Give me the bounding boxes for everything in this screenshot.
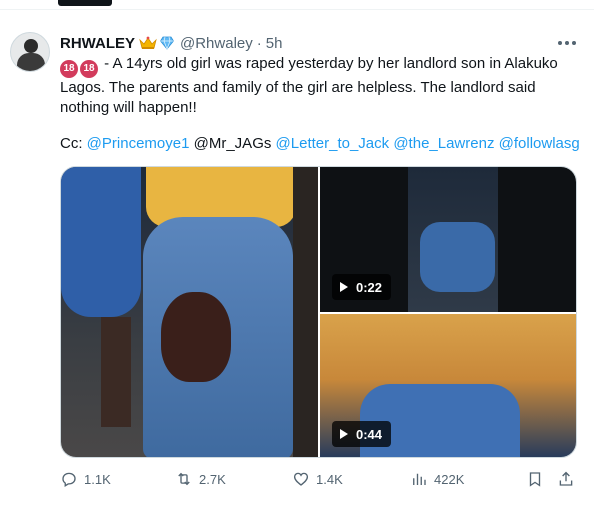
avatar-head [24, 39, 38, 53]
repost-button[interactable]: 2.7K [175, 470, 226, 488]
views-count: 422K [434, 471, 465, 487]
video-tile[interactable]: 0:44 [320, 314, 576, 457]
more-icon[interactable] [555, 36, 579, 50]
share-button[interactable] [557, 470, 581, 488]
like-count: 1.4K [316, 471, 343, 487]
media-grid: 0:22 0:44 [60, 166, 577, 458]
eighteen-plus-emoji-icon: 18 [60, 60, 78, 78]
divider [0, 9, 594, 10]
like-icon [293, 472, 309, 486]
eighteen-plus-emoji-icon: 18 [80, 60, 98, 78]
mention-link[interactable]: @followlasg [499, 135, 580, 152]
reply-count: 1.1K [84, 471, 111, 487]
video-figure [420, 222, 495, 292]
reply-button[interactable]: 1.1K [60, 470, 111, 488]
photo-tile[interactable] [61, 167, 318, 457]
duration-label: 0:22 [356, 279, 383, 295]
reply-icon [62, 472, 76, 487]
mention-link[interactable]: @the_Lawrenz [393, 135, 494, 152]
photo-stain [161, 292, 231, 382]
tweet-header: RHWALEY @Rhwaley · 5h [60, 33, 282, 53]
previous-tweet-fragment [58, 0, 112, 6]
bookmark-icon [529, 472, 541, 487]
repost-icon [178, 472, 190, 486]
previous-tweet-edge [0, 0, 594, 10]
video-duration: 0:22 [332, 274, 392, 300]
separator: · [256, 34, 262, 52]
mention-plain: @Mr_JAGs [193, 135, 272, 152]
timestamp[interactable]: 5h [266, 35, 283, 52]
photo-legs [101, 317, 131, 427]
tweet-body: - A 14yrs old girl was raped yesterday b… [60, 55, 558, 116]
display-name[interactable]: RHWALEY [60, 35, 135, 52]
views-button[interactable]: 422K [410, 470, 464, 488]
cc-line: Cc: @Princemoye1 @Mr_JAGs @Letter_to_Jac… [60, 134, 580, 154]
duration-label: 0:44 [356, 426, 383, 442]
mention-link[interactable]: @Letter_to_Jack [276, 135, 390, 152]
verified-diamond-icon [160, 36, 174, 50]
share-icon [559, 471, 573, 486]
play-icon [340, 282, 348, 292]
cc-prefix: Cc: [60, 135, 87, 152]
bookmark-button[interactable] [526, 470, 550, 488]
play-icon [340, 429, 348, 439]
action-bar: 1.1K 2.7K 1.4K 422K [60, 470, 580, 490]
crown-emoji-icon [139, 36, 157, 50]
repost-count: 2.7K [199, 471, 226, 487]
avatar-body [17, 53, 45, 71]
views-icon [413, 473, 426, 485]
video-tile[interactable]: 0:22 [320, 167, 576, 312]
like-button[interactable]: 1.4K [292, 470, 343, 488]
mention-link[interactable]: @Princemoye1 [87, 135, 190, 152]
handle[interactable]: @Rhwaley [180, 35, 253, 52]
video-duration: 0:44 [332, 421, 392, 447]
photo-right-figure [293, 167, 318, 457]
photo-figure-left [61, 167, 141, 317]
tweet-text: 18 18 - A 14yrs old girl was raped yester… [60, 54, 580, 118]
avatar[interactable] [10, 32, 50, 72]
